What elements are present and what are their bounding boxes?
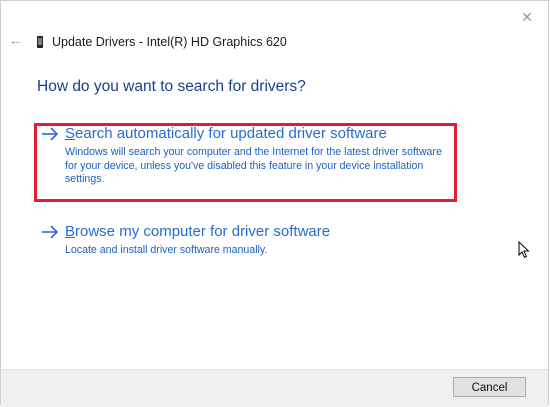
close-icon[interactable]: ✕ bbox=[516, 7, 538, 27]
page-heading: How do you want to search for drivers? bbox=[37, 78, 306, 95]
right-arrow-icon bbox=[42, 225, 59, 239]
browse-computer-title: Browse my computer for driver software bbox=[65, 223, 330, 241]
access-key: S bbox=[65, 125, 76, 142]
option-title-text: rowse my computer for driver software bbox=[75, 223, 331, 240]
search-automatically-description: Windows will search your computer and th… bbox=[65, 146, 442, 186]
browse-computer-description: Locate and install driver software manua… bbox=[65, 244, 268, 256]
dialog-title: Update Drivers - Intel(R) HD Graphics 62… bbox=[52, 35, 287, 49]
browse-computer-option[interactable]: Browse my computer for driver software L… bbox=[37, 223, 455, 263]
access-key: B bbox=[65, 223, 76, 240]
cancel-button[interactable]: Cancel bbox=[453, 377, 526, 397]
right-arrow-icon bbox=[42, 127, 59, 141]
mouse-pointer-icon bbox=[518, 241, 530, 259]
update-drivers-dialog: ✕ ← Update Drivers - Intel(R) HD Graphic… bbox=[0, 0, 549, 407]
search-automatically-title: Search automatically for updated driver … bbox=[65, 125, 387, 143]
back-arrow-icon[interactable]: ← bbox=[7, 32, 25, 50]
search-automatically-option[interactable]: Search automatically for updated driver … bbox=[37, 125, 455, 201]
option-title-text: earch automatically for updated driver s… bbox=[75, 125, 387, 142]
graphics-device-icon bbox=[37, 36, 43, 48]
